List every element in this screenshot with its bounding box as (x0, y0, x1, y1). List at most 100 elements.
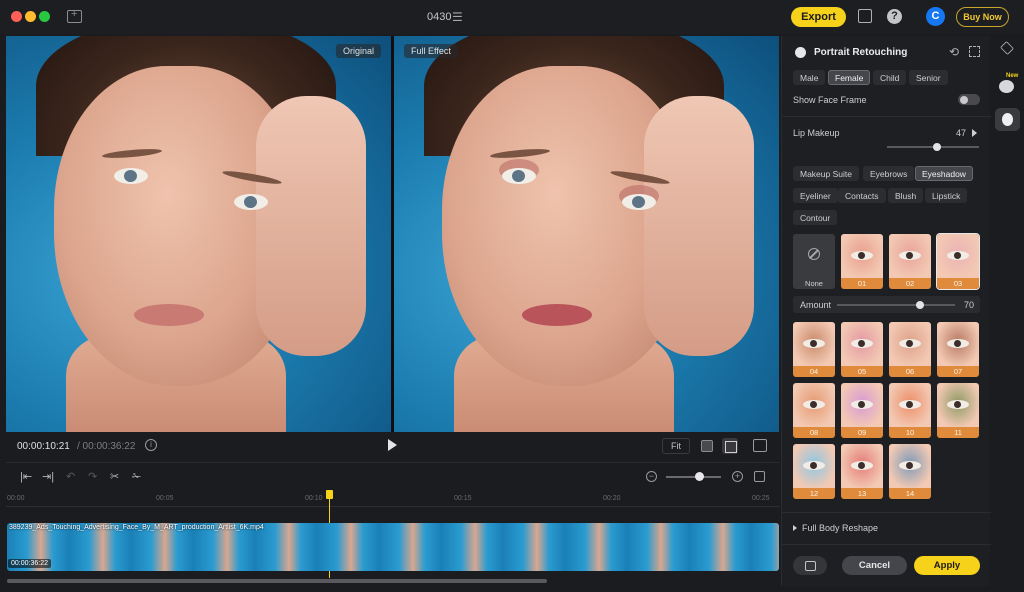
gender-female[interactable]: Female (828, 70, 871, 85)
amount-slider-thumb[interactable] (915, 301, 924, 309)
trim-end-icon[interactable]: ⇥| (42, 470, 54, 483)
redo-icon[interactable]: ↷ (88, 470, 97, 483)
preset-label: 09 (841, 427, 883, 438)
eye-preview-icon (947, 400, 969, 409)
expand-arrow-icon[interactable] (793, 525, 797, 531)
full-body-reshape[interactable]: Full Body Reshape (802, 523, 878, 533)
lip-makeup-value: 47 (956, 128, 967, 138)
project-title: 0430 (427, 11, 452, 23)
preset-tile[interactable]: 14 (889, 444, 931, 499)
apply-button[interactable]: Apply (914, 556, 980, 575)
help-icon[interactable]: ? (887, 9, 902, 24)
ruler-tick: 00:00 (7, 495, 25, 502)
lip-makeup-slider-thumb[interactable] (933, 143, 941, 151)
eye-preview-icon (803, 400, 825, 409)
preset-tile[interactable]: 01 (841, 234, 883, 289)
cut-icon[interactable]: ✁ (132, 470, 141, 483)
cancel-button[interactable]: Cancel (842, 556, 907, 575)
expand-arrow-icon[interactable] (972, 129, 977, 137)
layers-icon[interactable] (1000, 41, 1014, 55)
maximize-window-button[interactable] (39, 11, 50, 22)
palette-icon[interactable] (999, 80, 1014, 93)
preset-tile[interactable]: 07 (937, 322, 979, 377)
panel-title: Portrait Retouching (814, 47, 908, 58)
preset-label: 14 (889, 488, 931, 499)
list-icon[interactable]: ☰ (452, 10, 463, 24)
play-icon[interactable] (388, 439, 397, 451)
eye-preview-icon (899, 251, 921, 260)
preset-label: 02 (889, 278, 931, 289)
split-icon[interactable]: ✂ (110, 470, 119, 483)
none-icon (808, 248, 820, 260)
new-project-icon[interactable] (67, 8, 82, 23)
fit-button[interactable]: Fit (662, 438, 690, 454)
close-window-button[interactable] (11, 11, 22, 22)
preset-tile[interactable]: 02 (889, 234, 931, 289)
export-button[interactable]: Export (791, 7, 846, 27)
original-photo: Original (6, 36, 391, 432)
preset-tile[interactable]: 11 (937, 383, 979, 438)
preset-label: 07 (937, 366, 979, 377)
gender-senior[interactable]: Senior (909, 70, 948, 85)
eye-preview-icon (947, 251, 969, 260)
eye-preview-icon (851, 339, 873, 348)
zoom-slider-thumb[interactable] (695, 472, 704, 481)
info-icon[interactable]: i (145, 439, 157, 451)
category-eyeliner[interactable]: Eyeliner (793, 188, 838, 203)
trim-start-icon[interactable]: |⇤ (20, 470, 32, 483)
split-view-icon[interactable] (722, 438, 738, 454)
category-eyebrows[interactable]: Eyebrows (863, 166, 915, 181)
category-eyeshadow[interactable]: Eyeshadow (915, 166, 973, 181)
minimize-window-button[interactable] (25, 11, 36, 22)
preset-tile[interactable]: 08 (793, 383, 835, 438)
preset-tile[interactable]: 04 (793, 322, 835, 377)
category-contour[interactable]: Contour (793, 210, 838, 225)
preset-label: None (793, 278, 835, 289)
zoom-out-icon[interactable]: − (646, 471, 657, 482)
face-frame-label: Show Face Frame (793, 95, 867, 105)
gender-male[interactable]: Male (793, 70, 826, 85)
preset-tile[interactable]: 13 (841, 444, 883, 499)
zoom-in-icon[interactable]: + (732, 471, 743, 482)
fit-timeline-icon[interactable] (754, 471, 765, 482)
preset-tile[interactable]: 03 (936, 233, 980, 290)
category-makeup-suite[interactable]: Makeup Suite (793, 166, 859, 181)
time-ruler[interactable]: 00:00 00:05 00:10 00:15 00:20 00:25 (6, 493, 779, 507)
category-lipstick[interactable]: Lipstick (925, 188, 968, 203)
preview-area: Original Full Effect (6, 36, 779, 432)
eye-preview-icon (851, 400, 873, 409)
clip-name: 389239_Ads_Touching_Advertising_Face_By_… (9, 524, 264, 531)
eye-preview-icon (803, 461, 825, 470)
preset-tile[interactable]: 12 (793, 444, 835, 499)
ruler-tick: 00:25 (752, 495, 770, 502)
single-view-icon[interactable] (701, 440, 713, 452)
avatar[interactable]: C (926, 7, 945, 26)
preset-tile[interactable]: 06 (889, 322, 931, 377)
face-frame-toggle[interactable] (958, 94, 980, 105)
category-contacts[interactable]: Contacts (838, 188, 886, 203)
preset-tile[interactable]: 09 (841, 383, 883, 438)
preset-none[interactable]: None (793, 234, 835, 289)
amount-slider[interactable] (837, 304, 955, 306)
portrait-retouch-icon[interactable] (995, 108, 1020, 131)
eye-preview-icon (803, 339, 825, 348)
horizontal-scrollbar[interactable] (7, 579, 547, 583)
share-icon[interactable] (858, 9, 872, 23)
reset-icon[interactable]: ⟲ (949, 45, 959, 59)
layers-button[interactable] (793, 556, 827, 575)
current-time: 00:00:10:21 (17, 441, 70, 452)
buy-now-button[interactable]: Buy Now (956, 7, 1009, 27)
gender-child[interactable]: Child (873, 70, 907, 85)
compare-view-icon[interactable] (753, 439, 767, 452)
zoom-slider[interactable] (666, 476, 721, 478)
face-detect-icon[interactable] (969, 46, 980, 57)
clip-duration: 00:00:36:22 (8, 559, 51, 568)
tool-rail: New (991, 36, 1024, 592)
category-blush[interactable]: Blush (888, 188, 924, 203)
preset-tile[interactable]: 05 (841, 322, 883, 377)
undo-icon[interactable]: ↶ (66, 470, 75, 483)
video-clip[interactable]: 389239_Ads_Touching_Advertising_Face_By_… (7, 523, 779, 571)
preset-tile[interactable]: 10 (889, 383, 931, 438)
eye-preview-icon (899, 339, 921, 348)
original-label: Original (336, 44, 382, 58)
